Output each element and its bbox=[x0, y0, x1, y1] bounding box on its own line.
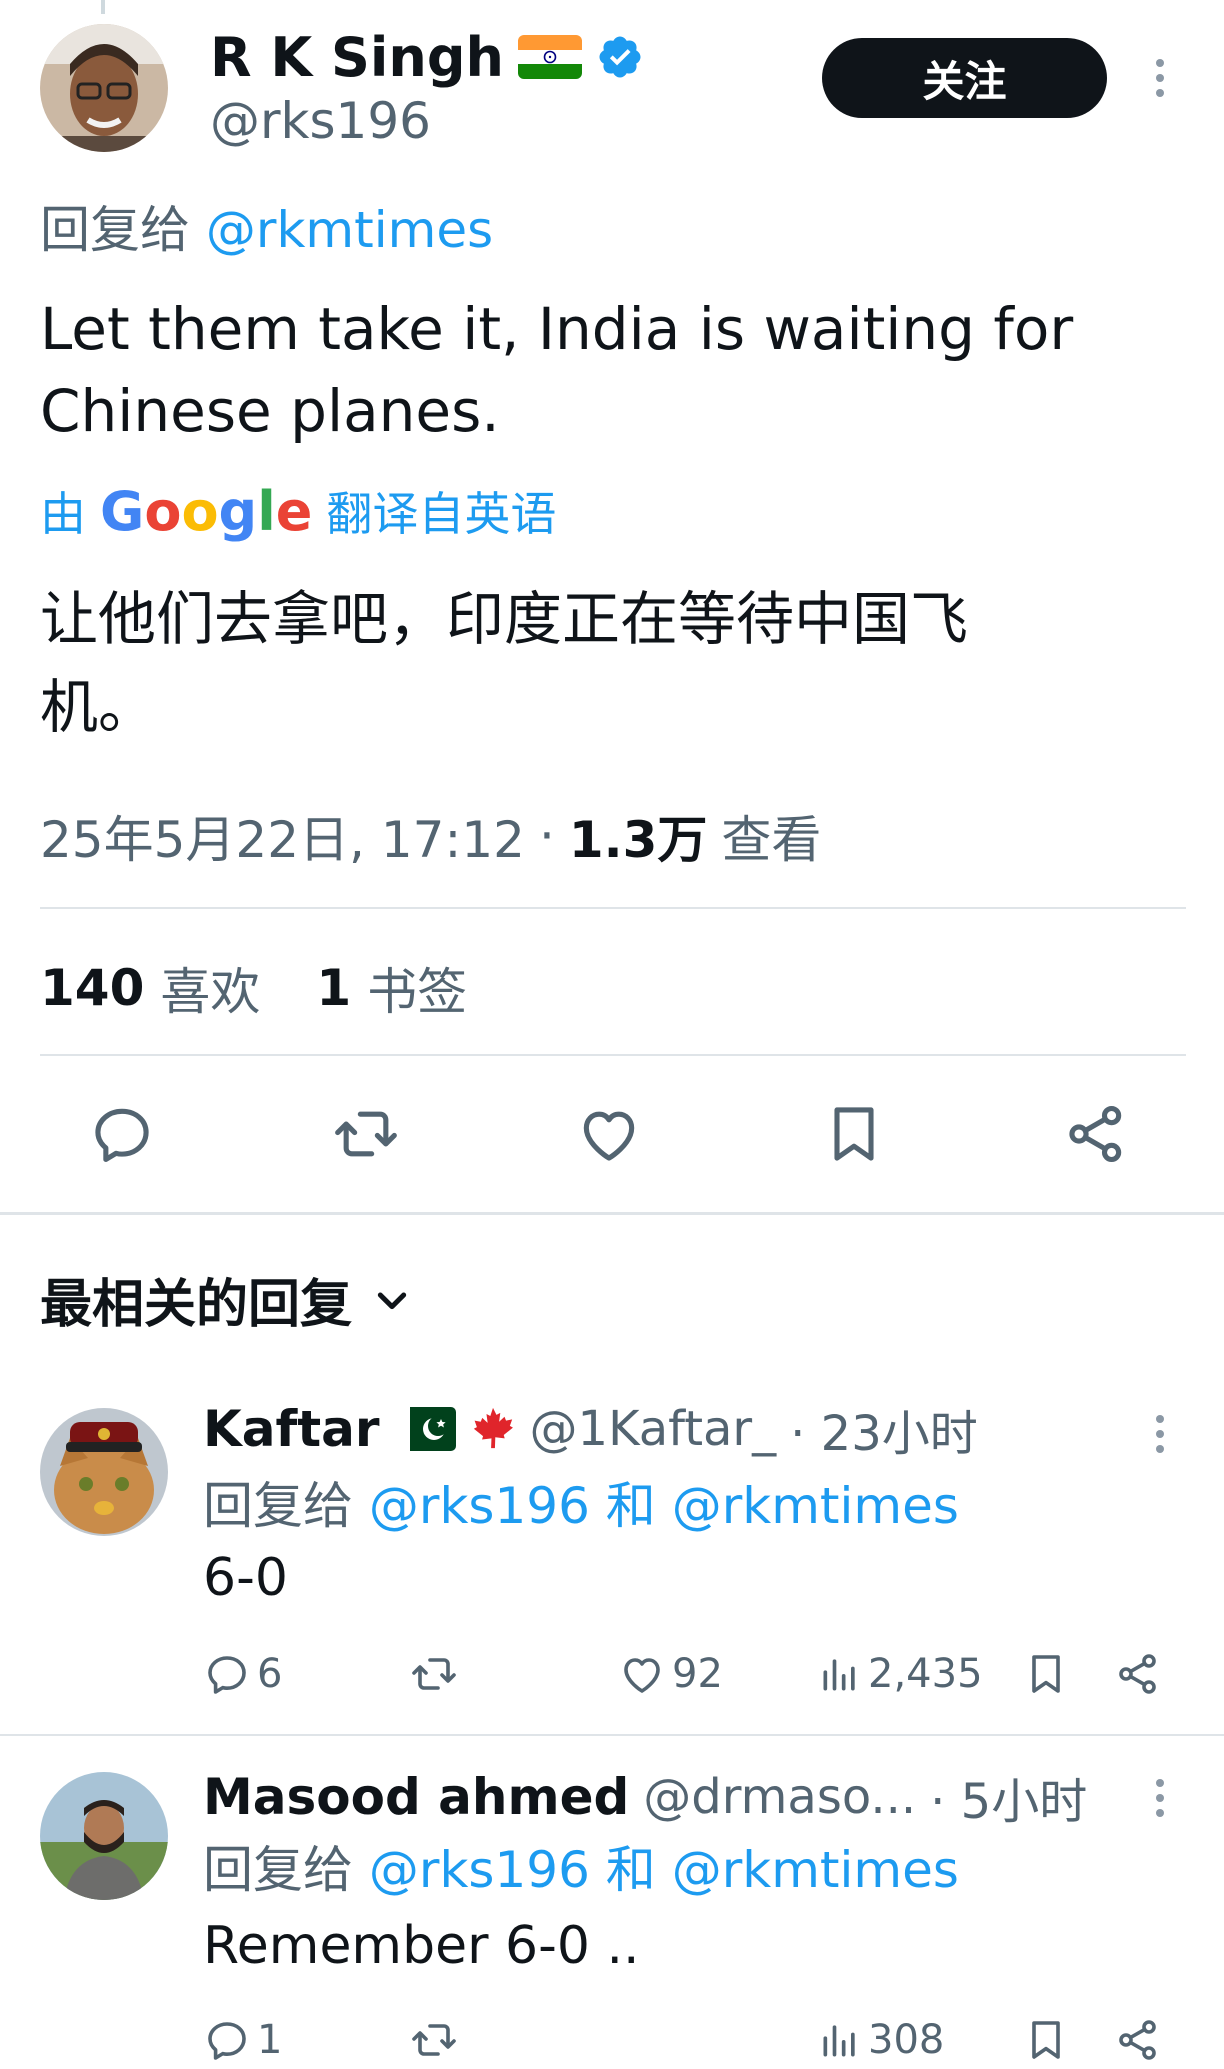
reply-author-name[interactable]: Masood ahmed bbox=[203, 1768, 629, 1826]
verified-badge-icon bbox=[599, 36, 641, 78]
reply-views[interactable]: 308 bbox=[818, 2016, 944, 2064]
reply-avatar[interactable] bbox=[40, 1408, 168, 1536]
reply-share-button[interactable] bbox=[1114, 2016, 1162, 2064]
retweet-icon bbox=[412, 2024, 456, 2056]
reply-icon bbox=[208, 2022, 246, 2060]
share-icon bbox=[1119, 1654, 1156, 1694]
retweet-icon bbox=[412, 1658, 456, 1690]
reply-text: 6-0 bbox=[203, 1548, 288, 1608]
reply-time[interactable]: · 23小时 bbox=[790, 1394, 978, 1464]
like-button[interactable] bbox=[575, 1100, 643, 1168]
reply-retweet-button[interactable] bbox=[408, 1650, 460, 1698]
reply-avatar[interactable] bbox=[40, 1772, 168, 1900]
more-icon[interactable] bbox=[1140, 48, 1180, 108]
like-icon bbox=[624, 1658, 660, 1693]
reply-author-name[interactable]: Kaftar bbox=[203, 1400, 380, 1458]
divider bbox=[40, 907, 1186, 909]
translate-suffix: 翻译自英语 bbox=[326, 487, 557, 541]
tweet-text: Let them take it, India is waiting for C… bbox=[40, 295, 1074, 445]
bookmark-icon bbox=[834, 1107, 874, 1161]
bookmarks-label[interactable]: 书签 bbox=[367, 952, 467, 1024]
thread-connector-line bbox=[101, 0, 105, 14]
reply-comment-count: 6 bbox=[257, 1651, 283, 1697]
reply-bookmark-button[interactable] bbox=[1022, 2016, 1070, 2064]
views-label: 查看 bbox=[721, 811, 822, 869]
reply-divider bbox=[0, 1734, 1224, 1736]
tweet-timestamp[interactable]: 25年5月22日, 17:12 bbox=[40, 800, 525, 872]
reply-button[interactable] bbox=[88, 1100, 156, 1168]
replies-sort-label: 最相关的回复 bbox=[40, 1275, 353, 1335]
reply-context: 回复给 @rkmtimes bbox=[40, 190, 493, 262]
reply-comment-button[interactable]: 1 bbox=[203, 2016, 282, 2064]
chevron-down-icon bbox=[377, 1292, 407, 1309]
translated-text: 让他们去拿吧，印度正在等待中国飞机。 bbox=[40, 585, 969, 741]
reply-views[interactable]: 2,435 bbox=[818, 1650, 983, 1698]
follow-button[interactable]: 关注 bbox=[822, 38, 1107, 118]
reply-header: Masood ahmed @drmaso... · 5小时 bbox=[203, 1762, 1087, 1832]
views-icon bbox=[823, 1659, 855, 1691]
likes-label[interactable]: 喜欢 bbox=[160, 952, 260, 1024]
translation-credit[interactable]: 由 Google 翻译自英语 bbox=[40, 478, 556, 544]
bookmark-icon bbox=[1032, 1655, 1060, 1693]
share-icon bbox=[1069, 1105, 1122, 1163]
divider bbox=[40, 1054, 1186, 1056]
reply-prefix: 回复给 bbox=[203, 1841, 353, 1899]
bookmark-icon bbox=[1032, 2021, 1060, 2059]
section-divider bbox=[0, 1212, 1224, 1215]
like-icon bbox=[583, 1111, 635, 1161]
share-icon bbox=[1119, 2020, 1156, 2060]
maple-leaf-icon bbox=[473, 1407, 513, 1449]
bookmark-button[interactable] bbox=[820, 1100, 888, 1168]
author-name[interactable]: R K Singh bbox=[210, 26, 504, 89]
reply-prefix: 回复给 bbox=[40, 201, 190, 259]
retweet-button[interactable] bbox=[330, 1100, 402, 1168]
reply-to-link[interactable]: @rkmtimes bbox=[206, 201, 493, 259]
reply-context: 回复给 @rks196 和 @rkmtimes bbox=[203, 1466, 959, 1538]
tweet-meta: 25年5月22日, 17:12 · 1.3万 查看 bbox=[40, 800, 821, 872]
reply-to-link[interactable]: @rks196 和 @rkmtimes bbox=[369, 1477, 959, 1535]
reply-context: 回复给 @rks196 和 @rkmtimes bbox=[203, 1830, 959, 1902]
pakistan-flag-icon bbox=[393, 1407, 456, 1451]
reply-comment-count: 1 bbox=[257, 2017, 283, 2063]
reply-retweet-button[interactable] bbox=[408, 2016, 460, 2064]
reply-time[interactable]: · 5小时 bbox=[930, 1762, 1087, 1832]
india-flag-icon bbox=[517, 35, 582, 79]
reply-like-button[interactable]: 92 bbox=[618, 1650, 723, 1698]
reply-text: Remember 6-0 .. bbox=[203, 1916, 640, 1976]
more-icon[interactable] bbox=[1140, 1768, 1180, 1828]
more-icon[interactable] bbox=[1140, 1404, 1180, 1464]
translate-by: 由 bbox=[40, 487, 86, 541]
engagement-counts: 140 喜欢 1 书签 bbox=[40, 952, 467, 1024]
reply-views-count: 2,435 bbox=[868, 1651, 983, 1697]
reply-author-handle[interactable]: @drmaso... bbox=[643, 1769, 916, 1825]
views-icon bbox=[823, 2025, 855, 2057]
reply-icon bbox=[208, 1656, 246, 1694]
reply-prefix: 回复给 bbox=[203, 1477, 353, 1535]
reply-to-link[interactable]: @rks196 和 @rkmtimes bbox=[369, 1841, 959, 1899]
author-handle[interactable]: @rks196 bbox=[210, 92, 431, 150]
reply-like-count: 92 bbox=[672, 1651, 723, 1697]
reply-header: Kaftar @1Kaftar_ · 23小时 bbox=[203, 1394, 978, 1464]
replies-sort-menu[interactable]: 最相关的回复 bbox=[40, 1262, 412, 1337]
reply-views-count: 308 bbox=[868, 2017, 945, 2063]
reply-icon bbox=[95, 1108, 149, 1163]
google-logo: Google bbox=[100, 479, 313, 543]
likes-count[interactable]: 140 bbox=[40, 959, 144, 1017]
reply-author-handle[interactable]: @1Kaftar_ bbox=[530, 1401, 777, 1457]
reply-bookmark-button[interactable] bbox=[1022, 1650, 1070, 1698]
bookmarks-count[interactable]: 1 bbox=[316, 959, 351, 1017]
author-name-row[interactable]: R K Singh bbox=[210, 22, 644, 92]
retweet-icon bbox=[335, 1111, 397, 1157]
share-button[interactable] bbox=[1062, 1100, 1130, 1168]
reply-share-button[interactable] bbox=[1114, 1650, 1162, 1698]
reply-comment-button[interactable]: 6 bbox=[203, 1650, 282, 1698]
views-count: 1.3万 bbox=[568, 811, 708, 869]
author-avatar[interactable] bbox=[40, 24, 168, 152]
